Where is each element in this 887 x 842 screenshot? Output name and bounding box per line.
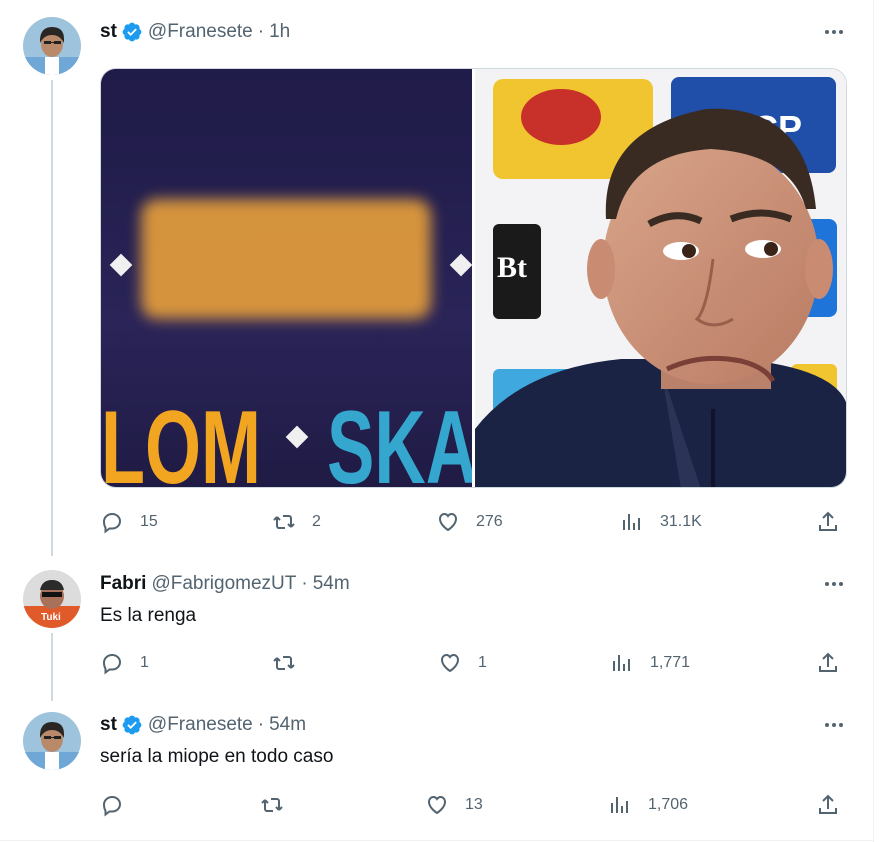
share-icon: [819, 794, 837, 814]
display-name[interactable]: st: [100, 20, 117, 44]
avatar[interactable]: Tuki: [23, 570, 81, 628]
tweet-actions: 1 1 1,771: [100, 648, 848, 678]
like-count: 1: [478, 654, 487, 671]
reply-button[interactable]: [100, 790, 140, 820]
views-icon: [623, 514, 640, 530]
tweet-header: st @Franesete · 1h: [100, 20, 290, 44]
separator: ·: [301, 573, 308, 594]
handle[interactable]: @FabrigomezUT: [151, 572, 296, 596]
views-button[interactable]: 1,771: [610, 648, 690, 678]
share-button[interactable]: [816, 790, 840, 820]
reply-count: 15: [140, 513, 158, 530]
share-icon: [819, 511, 837, 531]
like-button[interactable]: 13: [425, 790, 483, 820]
tweet-main[interactable]: st @Franesete · 1h LOM SKA Bt 15 2 276 3…: [0, 0, 874, 556]
timestamp[interactable]: 54m: [269, 713, 306, 737]
avatar-caption: Tuki: [41, 612, 61, 623]
heart-icon: [440, 653, 460, 673]
handle[interactable]: @Franesete: [148, 713, 253, 737]
more-icon[interactable]: [822, 20, 846, 44]
reply-icon: [102, 795, 122, 817]
timestamp[interactable]: 54m: [313, 572, 350, 596]
share-button[interactable]: [816, 507, 840, 537]
share-icon: [819, 652, 837, 672]
views-count: 1,771: [650, 654, 691, 671]
views-icon: [613, 655, 630, 671]
handle[interactable]: @Franesete: [148, 20, 253, 44]
like-count: 276: [476, 513, 503, 530]
retweet-icon: [273, 656, 295, 670]
reply-button[interactable]: 15: [100, 507, 158, 537]
more-icon[interactable]: [822, 572, 846, 596]
tweet-reply-1[interactable]: Tuki Fabri @FabrigomezUT · 54m Es la ren…: [0, 556, 874, 701]
divider: [0, 840, 874, 841]
retweet-button[interactable]: 2: [272, 507, 321, 537]
reply-button[interactable]: 1: [100, 648, 149, 678]
avatar[interactable]: [23, 712, 81, 770]
verified-badge-icon: [121, 21, 143, 43]
tweet-header: Fabri @FabrigomezUT · 54m: [100, 572, 350, 596]
reply-icon: [102, 653, 122, 675]
tweet-actions: 13 1,706: [100, 790, 848, 820]
like-count: 13: [465, 796, 483, 813]
display-name[interactable]: st: [100, 713, 117, 737]
timestamp[interactable]: 1h: [269, 20, 290, 44]
media-text-right: SKA: [327, 390, 477, 488]
thread-line: [51, 633, 53, 701]
tweet-reply-2[interactable]: st @Franesete · 54m sería la miope en to…: [0, 700, 874, 842]
verified-badge-icon: [121, 714, 143, 736]
tweet-text: Es la renga: [100, 605, 197, 626]
heart-icon: [438, 512, 458, 532]
heart-icon: [427, 795, 447, 815]
media-text-left: LOM: [101, 390, 261, 488]
thread-line: [51, 80, 53, 556]
separator: ·: [257, 21, 265, 42]
share-button[interactable]: [816, 648, 840, 678]
display-name[interactable]: Fabri: [100, 572, 146, 596]
views-button[interactable]: 1,706: [608, 790, 688, 820]
tweet-media-image[interactable]: LOM SKA BCP Bt el: [100, 68, 847, 488]
retweet-count: 2: [312, 513, 321, 530]
timeline-frame: st @Franesete · 1h LOM SKA Bt 15 2 276 3…: [0, 0, 874, 842]
separator: ·: [257, 714, 265, 735]
views-count: 31.1K: [660, 513, 702, 530]
like-button[interactable]: 276: [436, 507, 503, 537]
avatar[interactable]: [23, 17, 81, 75]
views-button[interactable]: 31.1K: [620, 507, 702, 537]
like-button[interactable]: 1: [438, 648, 487, 678]
retweet-icon: [261, 798, 283, 812]
retweet-button[interactable]: [260, 790, 300, 820]
views-icon: [611, 797, 628, 813]
retweet-icon: [273, 515, 295, 529]
views-count: 1,706: [648, 796, 689, 813]
more-icon[interactable]: [822, 713, 846, 737]
reply-count: 1: [140, 654, 149, 671]
tweet-header: st @Franesete · 54m: [100, 713, 306, 737]
tweet-text: sería la miope en todo caso: [100, 746, 334, 767]
reply-icon: [102, 512, 122, 534]
tweet-actions: 15 2 276 31.1K: [100, 507, 848, 537]
retweet-button[interactable]: [272, 648, 312, 678]
sponsor-logo-3: Bt: [497, 251, 527, 284]
